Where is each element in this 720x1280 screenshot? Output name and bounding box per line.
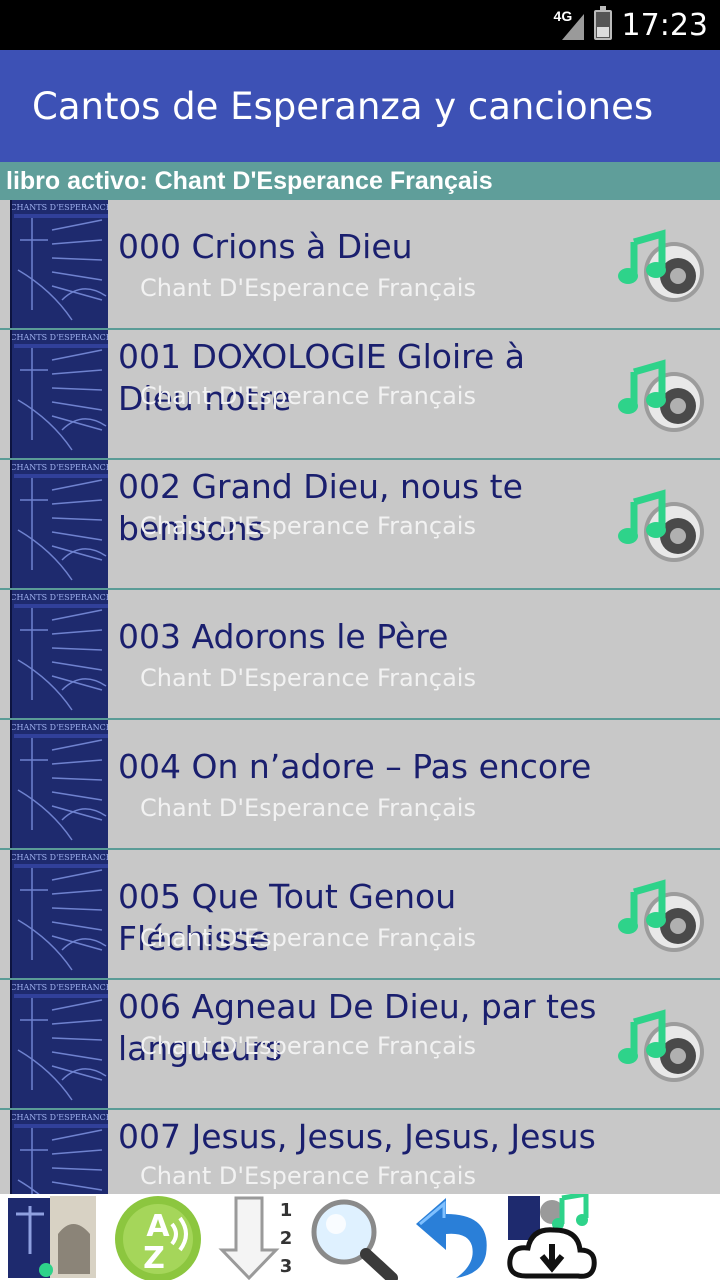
sort-numeric-button[interactable]: 1 2 3: [212, 1194, 302, 1280]
app-title: Cantos de Esperanza y canciones: [32, 84, 654, 128]
songbook-cover-thumbnail: CHANTS D'ESPERANCE: [10, 330, 108, 458]
signal-icon: 4G: [554, 8, 584, 40]
books-icon: [8, 1196, 96, 1278]
song-book-name: Chant D'Esperance Français: [140, 664, 476, 692]
song-title: 004 On n’adore – Pas encore: [118, 747, 592, 786]
song-row[interactable]: CHANTS D'ESPERANCE 000 Crions à Dieu Chant…: [0, 200, 720, 330]
active-book-label: libro activo: Chant D'Esperance Français: [6, 166, 493, 195]
status-bar: 4G 17:23: [0, 0, 720, 50]
song-title: 000 Crions à Dieu: [118, 227, 413, 266]
song-title: 003 Adorons le Père: [118, 617, 449, 656]
svg-text:2: 2: [280, 1228, 293, 1249]
play-audio-icon[interactable]: [616, 350, 708, 434]
songbook-cover-thumbnail: CHANTS D'ESPERANCE: [10, 590, 108, 718]
svg-text:CHANTS D'ESPERANCE: CHANTS D'ESPERANCE: [12, 983, 108, 992]
song-title: 007 Jesus, Jesus, Jesus, Jesus: [118, 1117, 596, 1156]
songbook-cover-thumbnail: CHANTS D'ESPERANCE: [10, 720, 108, 848]
search-button[interactable]: [304, 1194, 400, 1280]
download-audio-button[interactable]: [504, 1194, 600, 1280]
song-book-name: Chant D'Esperance Français: [140, 924, 476, 952]
active-book-bar: libro activo: Chant D'Esperance Français: [0, 162, 720, 200]
song-row[interactable]: CHANTS D'ESPERANCE 001 DOXOLOGIE Gloire à…: [0, 330, 720, 460]
play-audio-icon[interactable]: [616, 220, 708, 304]
songbook-cover-thumbnail: CHANTS D'ESPERANCE: [10, 460, 108, 588]
svg-text:CHANTS D'ESPERANCE: CHANTS D'ESPERANCE: [12, 1113, 108, 1122]
sort-az-label: A: [146, 1209, 170, 1244]
bottom-toolbar: A Z 1 2 3: [0, 1194, 720, 1280]
undo-icon: [416, 1198, 487, 1278]
songbook-cover-thumbnail: CHANTS D'ESPERANCE: [10, 980, 108, 1108]
song-book-name: Chant D'Esperance Français: [140, 1032, 476, 1060]
svg-text:3: 3: [280, 1256, 293, 1277]
svg-text:CHANTS D'ESPERANCE: CHANTS D'ESPERANCE: [12, 723, 108, 732]
song-row[interactable]: CHANTS D'ESPERANCE 003 Adorons le Père Cha…: [0, 590, 720, 720]
song-book-name: Chant D'Esperance Français: [140, 1162, 476, 1190]
songbook-cover-thumbnail: CHANTS D'ESPERANCE: [10, 1110, 108, 1194]
song-row[interactable]: CHANTS D'ESPERANCE 004 On n’adore – Pas e…: [0, 720, 720, 850]
status-icons: 4G 17:23: [554, 0, 708, 50]
status-time: 17:23: [621, 7, 708, 43]
songbook-cover-thumbnail: CHANTS D'ESPERANCE: [10, 850, 108, 978]
app-bar: Cantos de Esperanza y canciones: [0, 50, 720, 162]
battery-icon: [593, 6, 612, 40]
play-audio-icon[interactable]: [616, 870, 708, 954]
song-list[interactable]: CHANTS D'ESPERANCE 000 Crions à Dieu Chant…: [0, 200, 720, 1194]
undo-button[interactable]: [404, 1194, 500, 1280]
svg-text:Z: Z: [143, 1241, 165, 1276]
song-book-name: Chant D'Esperance Français: [140, 382, 476, 410]
song-book-name: Chant D'Esperance Français: [140, 794, 476, 822]
song-row[interactable]: CHANTS D'ESPERANCE 002 Grand Dieu, nous t…: [0, 460, 720, 590]
song-row[interactable]: CHANTS D'ESPERANCE 006 Agneau De Dieu, pa…: [0, 980, 720, 1110]
songbook-cover-thumbnail: CHANTS D'ESPERANCE: [10, 200, 108, 328]
sort-alphabetical-button[interactable]: A Z: [108, 1194, 208, 1280]
svg-text:CHANTS D'ESPERANCE: CHANTS D'ESPERANCE: [12, 463, 108, 472]
play-audio-icon[interactable]: [616, 1000, 708, 1084]
svg-text:CHANTS D'ESPERANCE: CHANTS D'ESPERANCE: [12, 853, 108, 862]
books-button[interactable]: [4, 1194, 100, 1280]
sort-alphabetical-icon: A Z: [115, 1196, 201, 1280]
song-row[interactable]: CHANTS D'ESPERANCE 005 Que Tout Genou Flé…: [0, 850, 720, 980]
sort-numeric-icon: 1 2 3: [218, 1196, 293, 1280]
song-row[interactable]: CHANTS D'ESPERANCE 007 Jesus, Jesus, Jesu…: [0, 1110, 720, 1194]
play-audio-icon[interactable]: [616, 480, 708, 564]
search-icon: [311, 1199, 398, 1280]
svg-text:1: 1: [280, 1200, 293, 1221]
song-book-name: Chant D'Esperance Français: [140, 274, 476, 302]
svg-text:CHANTS D'ESPERANCE: CHANTS D'ESPERANCE: [12, 593, 108, 602]
svg-text:CHANTS D'ESPERANCE: CHANTS D'ESPERANCE: [12, 203, 108, 212]
download-audio-icon: [507, 1194, 597, 1279]
song-book-name: Chant D'Esperance Français: [140, 512, 476, 540]
svg-text:CHANTS D'ESPERANCE: CHANTS D'ESPERANCE: [12, 333, 108, 342]
